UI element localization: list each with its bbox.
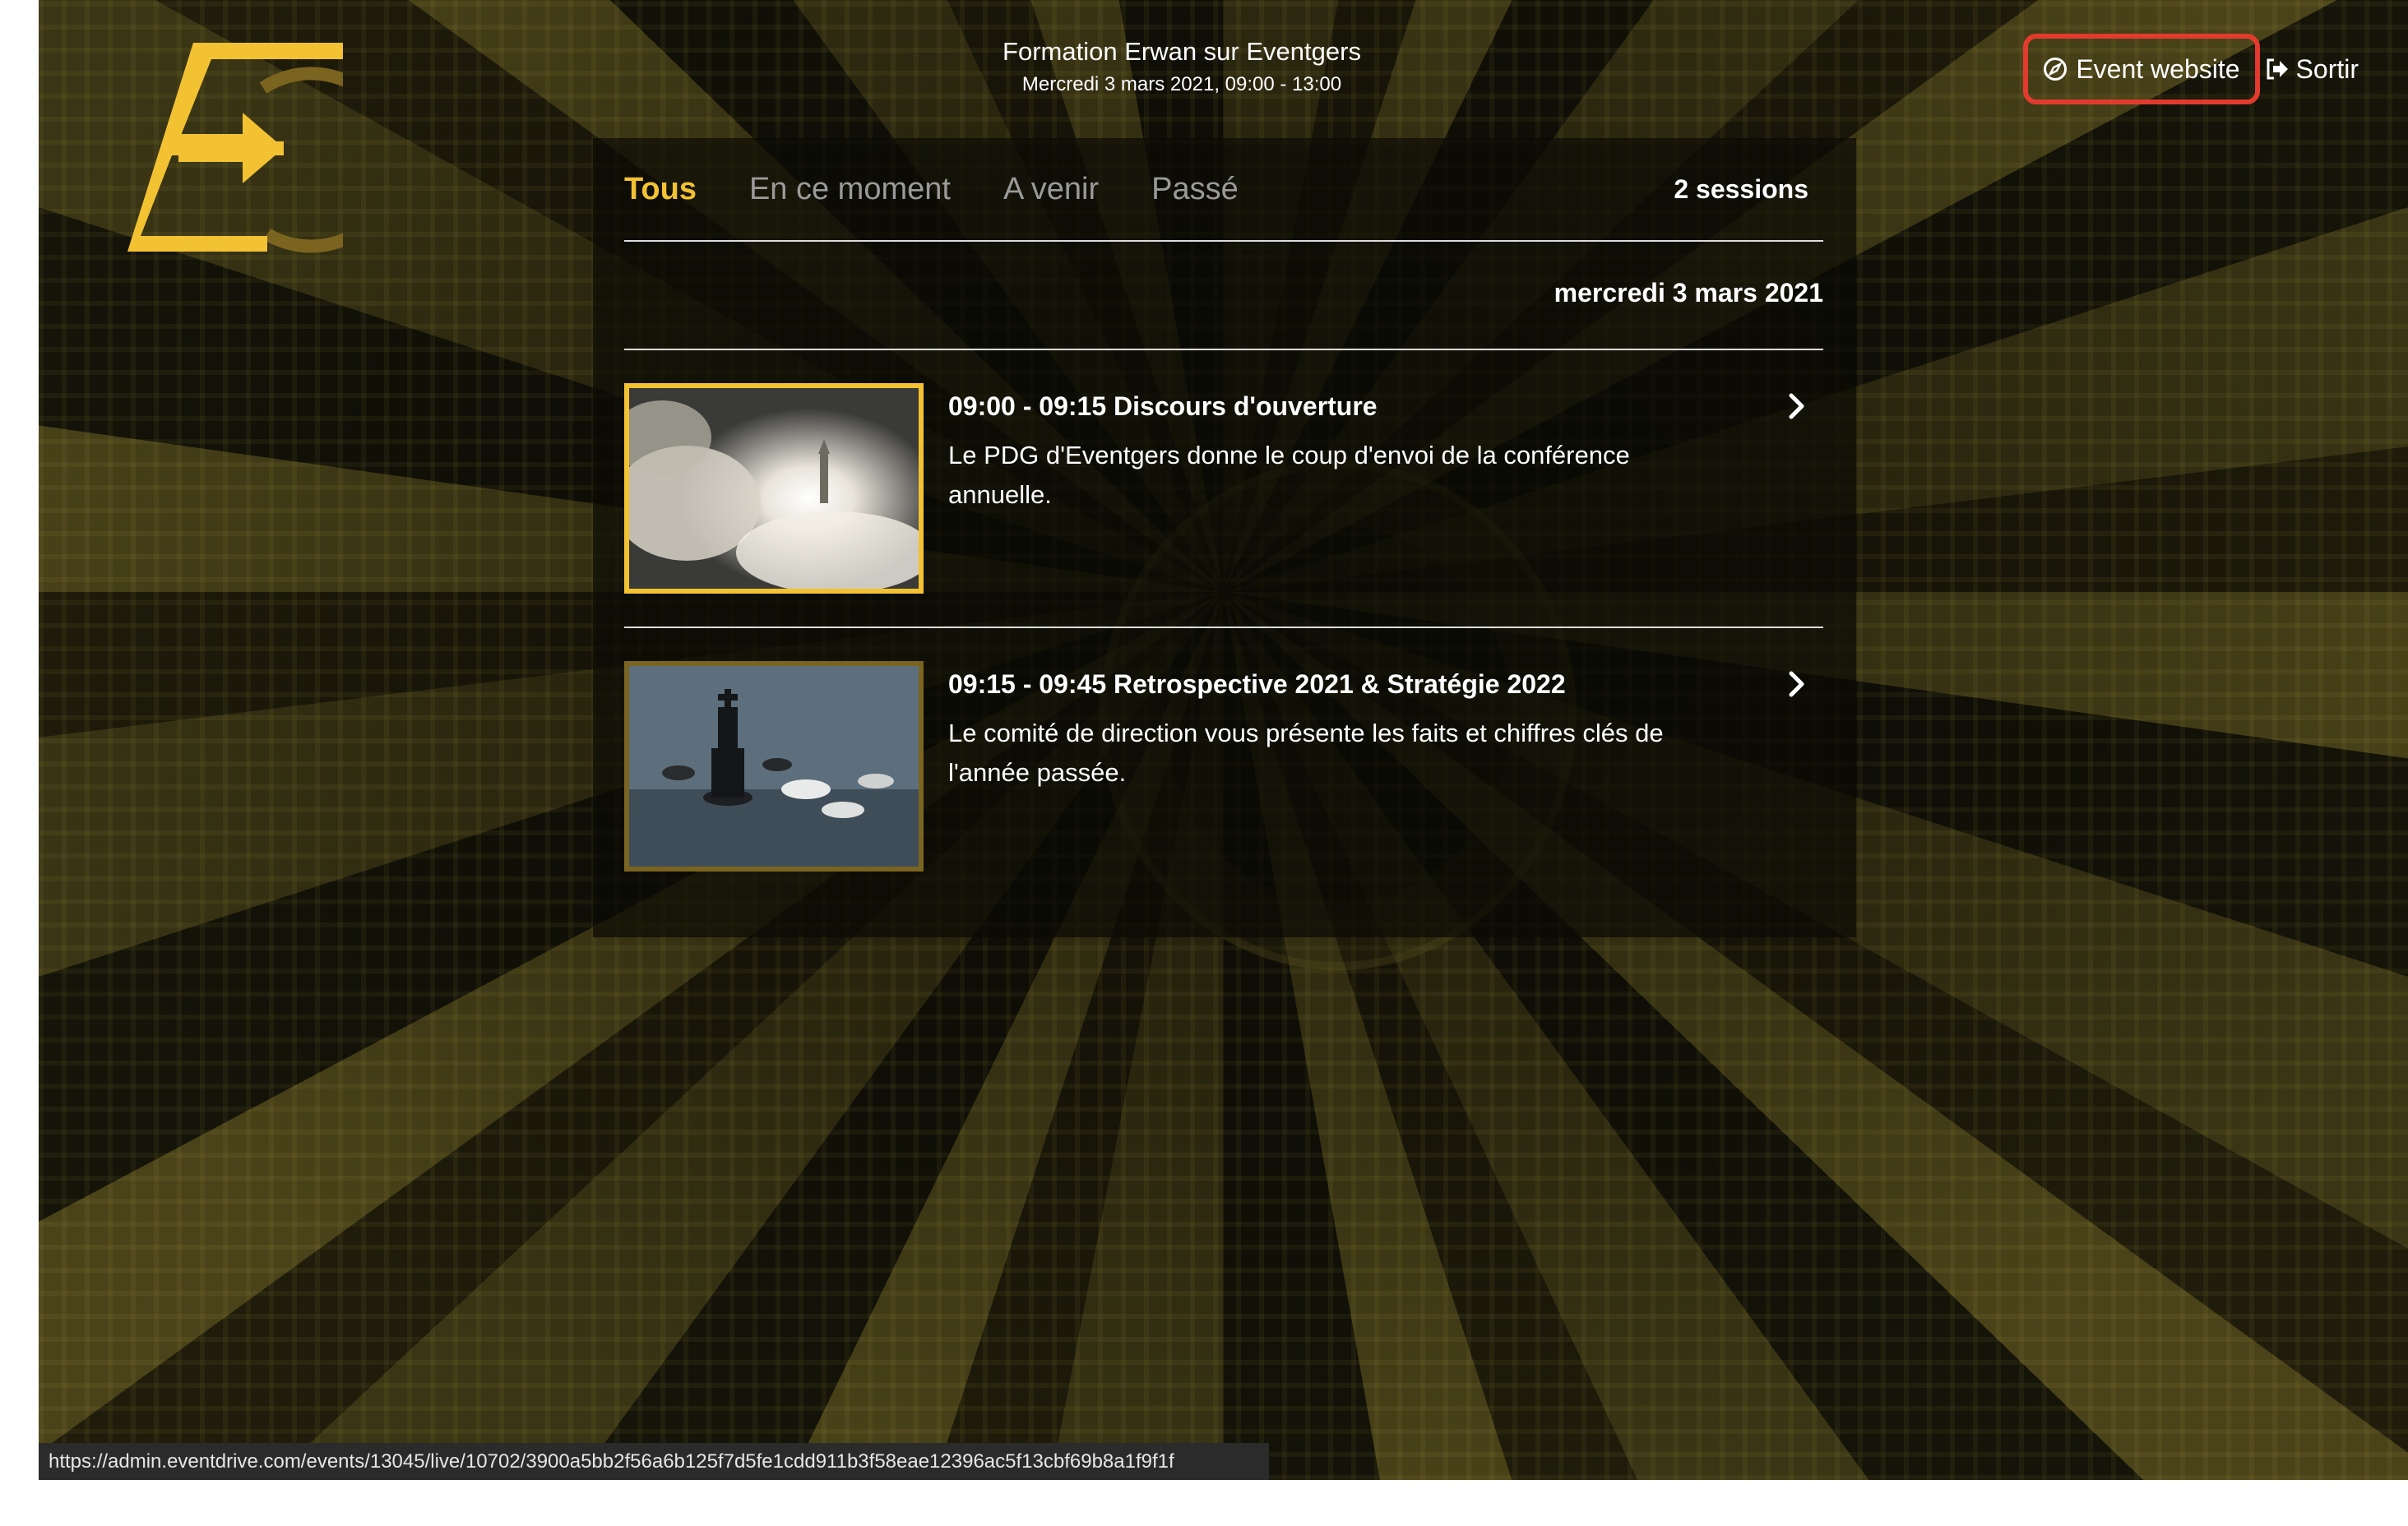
sign-out-icon	[2267, 58, 2288, 80]
chevron-right-icon[interactable]	[1787, 391, 1807, 421]
eventgers-logo	[127, 43, 343, 253]
date-divider	[624, 349, 1823, 350]
session-count: 2 sessions	[1674, 174, 1808, 204]
sessions-panel: Tous En ce moment A venir Passé 2 sessio…	[593, 138, 1856, 937]
session-title: 09:00 - 09:15 Discours d'ouverture	[948, 391, 1378, 421]
rocket-launch-image	[629, 388, 919, 589]
event-background: Formation Erwan sur Eventgers Mercredi 3…	[39, 0, 2408, 1480]
chevron-right-icon[interactable]	[1787, 669, 1807, 699]
session-description: Le PDG d'Eventgers donne le coup d'envoi…	[948, 441, 1630, 509]
tabs-divider	[624, 240, 1823, 242]
event-website-label: Event website	[2076, 53, 2240, 84]
event-website-button[interactable]: Event website	[2023, 34, 2260, 104]
event-date: Mercredi 3 mars 2021, 09:00 - 13:00	[1021, 73, 1342, 95]
logout-button[interactable]: Sortir	[2265, 54, 2359, 85]
status-bar-url: https://admin.eventdrive.com/events/1304…	[39, 1443, 1269, 1480]
session-thumbnail	[624, 383, 924, 594]
tab-en-ce-moment[interactable]: En ce moment	[749, 168, 951, 210]
session-thumbnail	[624, 661, 924, 872]
tab-a-venir[interactable]: A venir	[1003, 168, 1099, 210]
tab-tous[interactable]: Tous	[624, 168, 697, 210]
event-header: Formation Erwan sur Eventgers Mercredi 3…	[861, 35, 1503, 99]
chess-king-image	[629, 666, 919, 867]
session-item[interactable]: 09:15 - 09:45 Retrospective 2021 & Strat…	[624, 661, 1823, 875]
session-divider	[624, 627, 1823, 628]
top-actions: Event website Sortir	[2023, 30, 2408, 109]
compass-icon	[2044, 58, 2068, 81]
session-description: Le comité de direction vous présente les…	[948, 719, 1664, 787]
session-item[interactable]: 09:00 - 09:15 Discours d'ouverture Le PD…	[624, 383, 1823, 597]
session-title: 09:15 - 09:45 Retrospective 2021 & Strat…	[948, 669, 1566, 699]
event-title: Formation Erwan sur Eventgers	[1003, 37, 1361, 66]
date-heading: mercredi 3 mars 2021	[1554, 278, 1823, 308]
session-filter-tabs: Tous En ce moment A venir Passé 2 sessio…	[624, 168, 1823, 240]
tab-passe[interactable]: Passé	[1151, 168, 1239, 210]
logout-label: Sortir	[2295, 53, 2359, 84]
